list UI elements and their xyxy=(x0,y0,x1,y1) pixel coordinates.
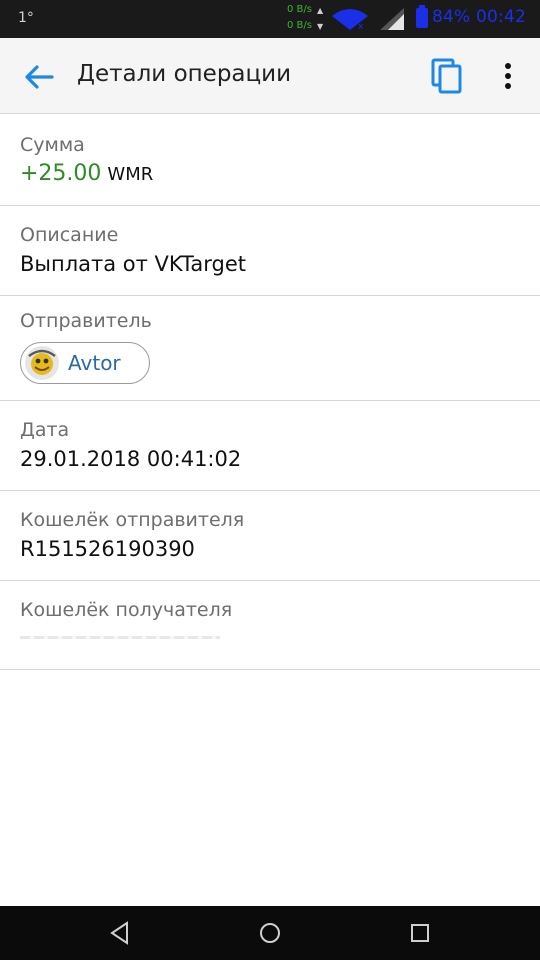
more-options-icon[interactable] xyxy=(494,56,522,96)
sender-chip[interactable]: Avtor xyxy=(20,342,150,384)
nav-back-icon[interactable] xyxy=(107,920,133,946)
amount-currency: WMR xyxy=(107,164,154,185)
cellular-signal-icon xyxy=(380,8,404,30)
description-row: Описание Выплата от VKTarget xyxy=(0,206,540,296)
notification-indicator: 1° xyxy=(18,10,34,26)
description-label: Описание xyxy=(20,224,119,246)
wifi-icon: x xyxy=(332,9,368,30)
nav-home-icon[interactable] xyxy=(257,920,283,946)
battery-icon xyxy=(416,5,428,28)
amount-value-group: +25.00 WMR xyxy=(20,161,153,186)
traffic-arrows-icon: ▲ ▼ xyxy=(317,6,324,31)
receiver-wallet-row: Кошелёк получателя xyxy=(0,581,540,670)
amount-value: +25.00 xyxy=(20,161,102,186)
battery-and-clock: 84% 00:42 xyxy=(432,7,526,27)
amount-label: Сумма xyxy=(20,134,85,156)
upload-speed: 0 B/s xyxy=(287,4,312,15)
app-bar: Детали операции xyxy=(0,38,540,114)
date-value: 29.01.2018 00:41:02 xyxy=(20,447,242,471)
nav-recents-icon[interactable] xyxy=(407,920,433,946)
back-arrow-icon[interactable] xyxy=(22,60,56,94)
download-speed: 0 B/s xyxy=(287,20,312,31)
date-label: Дата xyxy=(20,419,70,441)
receiver-wallet-redacted xyxy=(20,636,220,639)
sender-wallet-label: Кошелёк отправителя xyxy=(20,509,245,531)
network-speed: 0 B/s 0 B/s xyxy=(287,2,312,34)
svg-text:x: x xyxy=(358,22,364,30)
receiver-wallet-label: Кошелёк получателя xyxy=(20,599,233,621)
sender-wallet-row: Кошелёк отправителя R151526190390 xyxy=(0,491,540,581)
system-nav-bar xyxy=(0,906,540,960)
status-bar: 1° 0 B/s 0 B/s ▲ ▼ x 84% 00:42 xyxy=(0,0,540,38)
description-value: Выплата от VKTarget xyxy=(20,252,247,276)
date-row: Дата 29.01.2018 00:41:02 xyxy=(0,401,540,491)
avatar xyxy=(25,346,59,380)
page-title: Детали операции xyxy=(77,61,292,87)
sender-wallet-value: R151526190390 xyxy=(20,537,195,561)
sender-name: Avtor xyxy=(68,351,121,375)
amount-row: Сумма +25.00 WMR xyxy=(0,114,540,206)
copy-icon[interactable] xyxy=(428,56,468,96)
smiley-avatar-icon xyxy=(28,349,56,375)
sender-row: Отправитель Avtor xyxy=(0,296,540,401)
sender-label: Отправитель xyxy=(20,310,152,332)
